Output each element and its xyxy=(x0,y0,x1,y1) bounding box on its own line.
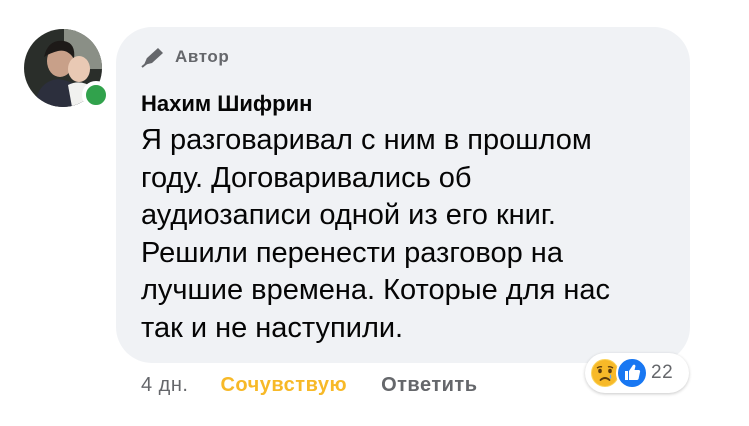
comment-text: Я разговаривал с ним в прошлом году. Дог… xyxy=(141,124,611,344)
pencil-icon xyxy=(141,48,163,68)
author-badge-label: Автор xyxy=(175,47,230,66)
author-name-link[interactable]: Нахим Шифрин xyxy=(141,90,666,118)
comment-bubble: Автор Нахим Шифрин Я разговаривал с ним … xyxy=(116,27,690,363)
react-button[interactable]: Сочувствую xyxy=(220,374,347,397)
reply-button[interactable]: Ответить xyxy=(381,374,477,397)
comment-actions: 4 дн. Сочувствую Ответить xyxy=(141,370,478,400)
author-badge: Автор xyxy=(141,44,666,70)
reaction-count: 22 xyxy=(651,362,674,383)
like-reaction-icon xyxy=(616,357,648,389)
reactions-summary[interactable]: 22 xyxy=(585,353,695,393)
online-status-indicator xyxy=(82,81,110,109)
comment-timestamp[interactable]: 4 дн. xyxy=(141,374,188,397)
author-avatar[interactable] xyxy=(22,27,110,111)
